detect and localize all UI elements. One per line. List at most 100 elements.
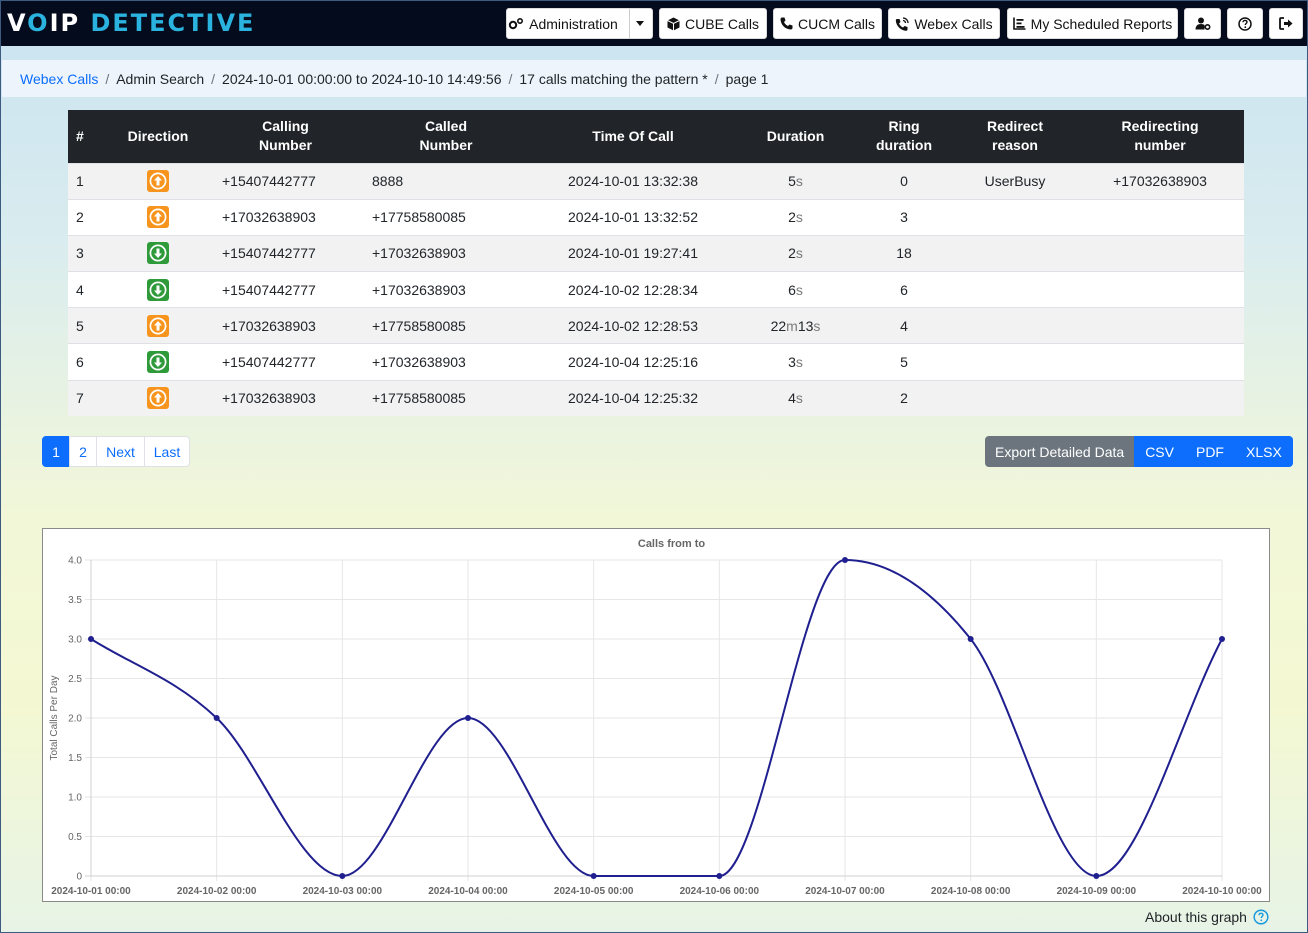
- table-row[interactable]: 3 +15407442777 +17032638903 2024-10-01 19:2…: [68, 234, 1244, 272]
- data-point: [842, 557, 848, 563]
- calling-number[interactable]: +17032638903: [208, 307, 363, 344]
- question-circle-icon[interactable]: [1253, 909, 1269, 925]
- caret-down-icon[interactable]: [628, 9, 651, 38]
- calling-number[interactable]: +17032638903: [208, 198, 363, 236]
- duration-seconds-unit: s: [795, 209, 803, 226]
- cucm-calls-button[interactable]: CUCM Calls: [773, 8, 882, 39]
- y-tick-label: 1.5: [68, 753, 82, 764]
- cube-calls-button[interactable]: CUBE Calls: [659, 8, 767, 39]
- breadcrumb-separator: /: [211, 70, 216, 87]
- called-number[interactable]: +17032638903: [363, 271, 529, 308]
- ring-duration: 0: [854, 162, 954, 200]
- help-button[interactable]: [1227, 8, 1263, 39]
- next-page-link[interactable]: Next: [96, 436, 145, 467]
- ring-duration: 6: [854, 271, 954, 308]
- row-number: 4: [68, 271, 108, 308]
- calling-number[interactable]: +15407442777: [208, 271, 363, 308]
- calling-number[interactable]: +15407442777: [208, 234, 363, 272]
- direction-cell: [108, 271, 208, 308]
- duration-seconds-unit: s: [795, 245, 803, 262]
- y-axis-label: Total Calls Per Day: [49, 675, 60, 760]
- export-xlsx-button[interactable]: XLSX: [1234, 436, 1293, 467]
- incoming-arrow-icon: [147, 351, 169, 374]
- breadcrumb-webex-calls[interactable]: Webex Calls: [20, 71, 98, 87]
- col-header-direction[interactable]: Direction: [108, 110, 208, 163]
- chart-bar-icon: [1012, 17, 1026, 30]
- duration-seconds-unit: s: [795, 354, 803, 371]
- about-graph[interactable]: About this graph: [1145, 909, 1269, 925]
- col-header-redirect-reason[interactable]: Redirect reason: [954, 110, 1076, 163]
- y-tick-label: 1.0: [68, 793, 82, 804]
- direction-cell: [108, 198, 208, 236]
- y-tick-label: 2.0: [68, 714, 82, 725]
- table-header-row: # Direction Calling Number Called Number…: [68, 110, 1244, 163]
- about-graph-label[interactable]: About this graph: [1145, 909, 1247, 925]
- redirecting-number: [1076, 343, 1244, 381]
- table-row[interactable]: 2 +17032638903 +17758580085 2024-10-01 13:3…: [68, 198, 1244, 236]
- calling-number[interactable]: +17032638903: [208, 379, 363, 417]
- time-of-call: 2024-10-02 12:28:53: [529, 307, 737, 344]
- page-1-link[interactable]: 1: [42, 436, 70, 467]
- last-page-link[interactable]: Last: [144, 436, 190, 467]
- export-detailed-data-label: Export Detailed Data: [985, 436, 1135, 467]
- duration-seconds: 13: [797, 317, 814, 334]
- export-csv-button[interactable]: CSV: [1134, 436, 1185, 467]
- table-row[interactable]: 1 +15407442777 8888 2024-10-01 13:32:38 5s 0 U…: [68, 162, 1244, 200]
- redirect-reason: [954, 271, 1076, 308]
- duration-minutes: 22: [770, 317, 787, 334]
- col-header-duration[interactable]: Duration: [737, 110, 854, 163]
- phone-icon: [780, 17, 793, 30]
- duration: 5s: [737, 162, 854, 200]
- scheduled-reports-button[interactable]: My Scheduled Reports: [1007, 8, 1178, 39]
- col-header-time-of-call[interactable]: Time Of Call: [529, 110, 737, 163]
- redirecting-number: [1076, 198, 1244, 236]
- called-number[interactable]: +17032638903: [363, 234, 529, 272]
- calling-number[interactable]: +15407442777: [208, 162, 363, 200]
- administration-dropdown[interactable]: Administration: [506, 8, 653, 39]
- x-tick-label: 2024-10-10 00:00: [1182, 886, 1262, 897]
- ring-duration: 18: [854, 234, 954, 272]
- table-row[interactable]: 7 +17032638903 +17758580085 2024-10-04 12:2…: [68, 379, 1244, 417]
- col-header-number[interactable]: #: [68, 110, 108, 163]
- user-settings-button[interactable]: [1184, 8, 1221, 39]
- y-tick-label: 0.5: [68, 832, 82, 843]
- table-row[interactable]: 5 +17032638903 +17758580085 2024-10-02 12:2…: [68, 307, 1244, 344]
- data-point: [967, 636, 974, 642]
- phone-volume-icon: [896, 16, 909, 31]
- col-header-called-number[interactable]: Called Number: [363, 110, 529, 163]
- time-of-call: 2024-10-01 13:32:38: [529, 162, 737, 200]
- logout-button[interactable]: [1269, 8, 1303, 39]
- export-pdf-button[interactable]: PDF: [1184, 436, 1235, 467]
- col-header-ring-duration[interactable]: Ring duration: [854, 110, 954, 163]
- row-number: 2: [68, 198, 108, 236]
- x-tick-label: 2024-10-08 00:00: [931, 886, 1011, 897]
- duration: 2s: [737, 234, 854, 272]
- webex-calls-button[interactable]: Webex Calls: [888, 8, 1000, 39]
- table-row[interactable]: 6 +15407442777 +17032638903 2024-10-04 12:2…: [68, 343, 1244, 381]
- breadcrumb-admin-search: Admin Search: [116, 70, 205, 87]
- col-header-redirecting-number[interactable]: Redirecting number: [1076, 110, 1244, 163]
- data-point: [1219, 636, 1225, 642]
- called-number[interactable]: 8888: [363, 162, 529, 200]
- redirecting-number: [1076, 307, 1244, 344]
- called-number[interactable]: +17758580085: [363, 379, 529, 417]
- y-tick-label: 0: [76, 872, 82, 883]
- table-row[interactable]: 4 +15407442777 +17032638903 2024-10-02 12:2…: [68, 271, 1244, 308]
- calling-number[interactable]: +15407442777: [208, 343, 363, 381]
- voip-detective-logo[interactable]: VOIP DETECTIVE: [7, 7, 255, 39]
- x-tick-label: 2024-10-03 00:00: [303, 886, 383, 897]
- redirect-reason: [954, 234, 1076, 272]
- col-header-calling-number[interactable]: Calling Number: [208, 110, 363, 163]
- page-2-link[interactable]: 2: [69, 436, 97, 467]
- time-of-call: 2024-10-04 12:25:16: [529, 343, 737, 381]
- duration-seconds: 2: [788, 209, 796, 226]
- redirecting-number: [1076, 271, 1244, 308]
- called-number[interactable]: +17758580085: [363, 307, 529, 344]
- outgoing-arrow-icon: [147, 387, 169, 410]
- question-circle-icon: [1238, 16, 1252, 31]
- called-number[interactable]: +17032638903: [363, 343, 529, 381]
- webex-calls-label: Webex Calls: [914, 15, 993, 32]
- called-number[interactable]: +17758580085: [363, 198, 529, 236]
- x-tick-label: 2024-10-07 00:00: [805, 886, 885, 897]
- breadcrumb-separator: /: [714, 70, 719, 87]
